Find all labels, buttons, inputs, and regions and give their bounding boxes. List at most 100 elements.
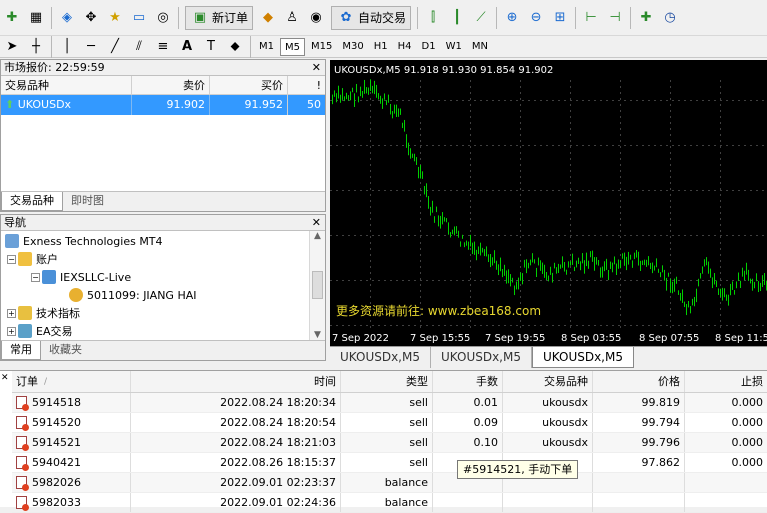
table-row[interactable]: 5914521 2022.08.24 18:21:03 sell 0.10 ukousd… <box>12 433 767 453</box>
table-row[interactable]: 5914520 2022.08.24 18:20:54 sell 0.09 ukousd… <box>12 413 767 433</box>
col-bid[interactable]: 卖价 <box>131 76 209 94</box>
trendline-icon[interactable]: ╱ <box>105 37 125 57</box>
candle <box>440 215 441 229</box>
market-watch-icon[interactable]: ◈ <box>57 8 77 28</box>
chart-tab[interactable]: UKOUSDx,M5 <box>330 347 431 368</box>
tree-experts[interactable]: + EA交易 <box>7 322 72 340</box>
grid-line <box>564 280 566 281</box>
fibonacci-icon[interactable]: ≡ <box>153 37 173 57</box>
navigator-scrollbar[interactable]: ▲ ▼ <box>309 231 325 340</box>
chart-tab-active[interactable]: UKOUSDx,M5 <box>532 347 634 368</box>
close-icon[interactable]: ✕ <box>312 60 321 76</box>
channel-icon[interactable]: ⫽ <box>129 37 149 57</box>
zoom-in-icon[interactable]: ⊕ <box>502 8 522 28</box>
table-row[interactable]: 5914518 2022.08.24 18:20:34 sell 0.01 ukousd… <box>12 393 767 413</box>
periods-icon[interactable]: ◷ <box>660 8 680 28</box>
table-row[interactable]: 5982033 2022.09.01 02:24:36 balance <box>12 493 767 513</box>
zoom-out-icon[interactable]: ⊖ <box>526 8 546 28</box>
scroll-thumb[interactable] <box>312 271 323 299</box>
candlestick-icon[interactable]: ┃ <box>447 8 467 28</box>
candle <box>672 281 673 294</box>
indicators-icon[interactable]: ✚ <box>636 8 656 28</box>
signals-icon[interactable]: ◉ <box>306 8 326 28</box>
tf-d1[interactable]: D1 <box>418 38 440 56</box>
grid-line <box>576 325 578 326</box>
tf-mn[interactable]: MN <box>468 38 492 56</box>
grid-line <box>720 116 721 118</box>
col-price[interactable]: 价格 <box>592 371 684 392</box>
tester-icon[interactable]: ◎ <box>153 8 173 28</box>
candle <box>678 290 679 295</box>
tf-m5[interactable]: M5 <box>280 37 305 56</box>
horizontal-line-icon[interactable]: ─ <box>81 37 101 57</box>
new-order-button[interactable]: ▣ 新订单 <box>185 5 254 30</box>
new-chart-icon[interactable]: ✚ <box>2 8 22 28</box>
grid-line <box>426 235 428 236</box>
profiles-icon[interactable]: ▦ <box>26 8 46 28</box>
col-symbol[interactable]: 交易品种 <box>1 76 131 94</box>
chart-shift-icon[interactable]: ⊢ <box>581 8 601 28</box>
tf-m30[interactable]: M30 <box>338 38 367 56</box>
autoscroll-icon[interactable]: ⊣ <box>605 8 625 28</box>
col-lots[interactable]: 手数 <box>432 371 502 392</box>
grid-line <box>756 235 758 236</box>
community-icon[interactable]: ♙ <box>282 8 302 28</box>
tf-w1[interactable]: W1 <box>442 38 466 56</box>
auto-trading-button[interactable]: ✿ 自动交易 <box>331 5 412 30</box>
col-ask[interactable]: 买价 <box>209 76 287 94</box>
tf-h4[interactable]: H4 <box>394 38 416 56</box>
close-icon[interactable]: ✕ <box>312 215 321 231</box>
cursor-icon[interactable]: ➤ <box>2 37 22 57</box>
tree-accounts[interactable]: − 账户 <box>7 250 58 268</box>
tab-favorites[interactable]: 收藏夹 <box>41 341 90 360</box>
tab-common[interactable]: 常用 <box>1 341 41 360</box>
tree-indicators[interactable]: + 技术指标 <box>7 304 80 322</box>
tab-symbols[interactable]: 交易品种 <box>1 192 63 211</box>
crosshair-icon[interactable]: ┼ <box>26 37 46 57</box>
grid-line <box>582 100 584 101</box>
grid-line <box>420 92 421 94</box>
candle <box>492 257 493 266</box>
metaeditor-icon[interactable]: ◆ <box>258 8 278 28</box>
candle <box>762 275 763 288</box>
tile-windows-icon[interactable]: ⊞ <box>550 8 570 28</box>
tree-root[interactable]: Exness Technologies MT4 <box>5 232 163 250</box>
data-window-icon[interactable]: ✥ <box>81 8 101 28</box>
market-watch-row[interactable]: ⬆ UKOUSDx 91.902 91.952 50 <box>1 95 325 115</box>
close-icon[interactable]: ✕ <box>1 373 9 383</box>
navigator-icon[interactable]: ★ <box>105 8 125 28</box>
vertical-line-icon[interactable]: │ <box>57 37 77 57</box>
col-order[interactable]: 订单 / <box>12 371 130 392</box>
tree-account[interactable]: 5011099: JIANG HAI <box>69 286 197 304</box>
chevron-down-icon[interactable]: ▼ <box>310 330 325 340</box>
chart-canvas[interactable]: UKOUSDx,M5 91.918 91.930 91.854 91.902 更… <box>330 60 767 346</box>
tree-server[interactable]: − IEXSLLC-Live <box>31 268 131 286</box>
grid-line <box>342 325 344 326</box>
col-sl[interactable]: 止损 <box>684 371 767 392</box>
grid-line <box>390 280 392 281</box>
tf-h1[interactable]: H1 <box>370 38 392 56</box>
grid-line <box>470 212 471 214</box>
col-spread[interactable]: ! <box>287 76 325 94</box>
chevron-up-icon[interactable]: ▲ <box>310 231 325 241</box>
grid-line <box>720 152 721 154</box>
col-type[interactable]: 类型 <box>340 371 432 392</box>
grid-line <box>576 190 578 191</box>
terminal-icon[interactable]: ▭ <box>129 8 149 28</box>
grid-line <box>370 326 371 328</box>
price-chart[interactable]: UKOUSDx,M5 91.918 91.930 91.854 91.902 更… <box>330 60 767 346</box>
line-chart-icon[interactable]: ⟋ <box>471 8 491 28</box>
tf-m15[interactable]: M15 <box>307 38 336 56</box>
chart-tab[interactable]: UKOUSDx,M5 <box>431 347 532 368</box>
shapes-icon[interactable]: ⬥ <box>225 37 245 57</box>
text-icon[interactable]: A <box>177 37 197 57</box>
text-label-icon[interactable]: T <box>201 37 221 57</box>
table-row[interactable]: 5982026 2022.09.01 02:23:37 balance <box>12 473 767 493</box>
candle <box>452 229 453 235</box>
tab-tick-chart[interactable]: 即时图 <box>63 192 112 211</box>
col-time[interactable]: 时间 <box>130 371 340 392</box>
col-symbol[interactable]: 交易品种 <box>502 371 592 392</box>
tf-m1[interactable]: M1 <box>255 38 278 56</box>
bar-chart-icon[interactable]: ⫿ <box>423 8 443 28</box>
table-row[interactable]: 5940421 2022.08.26 18:15:37 sell 97.862 0.00… <box>12 453 767 473</box>
